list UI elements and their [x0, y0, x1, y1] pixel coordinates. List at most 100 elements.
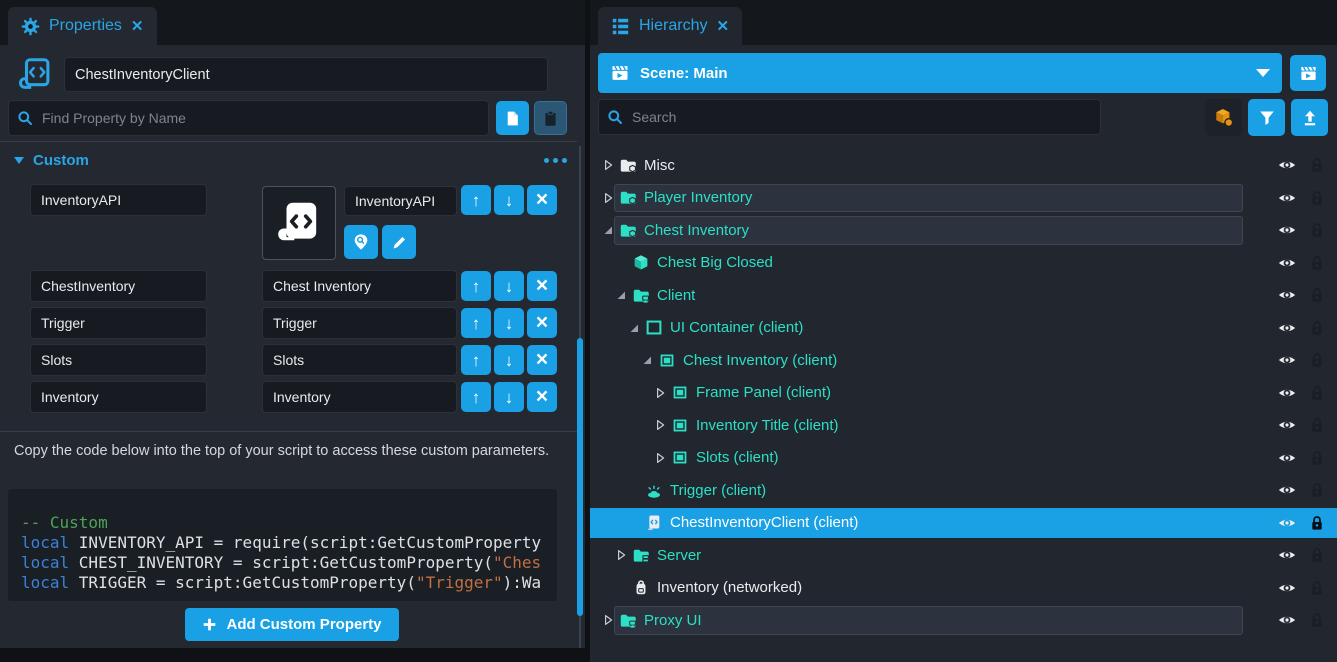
asset-reference-value[interactable]: InventoryAPI [344, 186, 457, 216]
lock-icon[interactable] [1310, 580, 1324, 596]
tree-row[interactable]: Misc [590, 149, 1337, 182]
eye-icon[interactable] [1277, 483, 1297, 497]
collapse-triangle-icon[interactable] [613, 287, 629, 303]
lock-icon[interactable] [1310, 547, 1324, 563]
eye-icon[interactable] [1277, 353, 1297, 367]
collapse-triangle-icon[interactable] [600, 222, 616, 238]
lock-icon[interactable] [1310, 450, 1324, 466]
delete-property-button[interactable]: × [527, 382, 557, 412]
move-up-button[interactable]: ↑ [461, 382, 491, 412]
property-value-input[interactable]: Trigger [262, 307, 457, 339]
eye-icon[interactable] [1277, 548, 1297, 562]
filter-button[interactable] [1248, 99, 1285, 136]
publish-upload-button[interactable] [1291, 99, 1328, 136]
copy-properties-button[interactable] [496, 101, 529, 135]
property-search-input[interactable] [40, 109, 480, 127]
move-down-button[interactable]: ↓ [494, 345, 524, 375]
lock-icon[interactable] [1310, 255, 1324, 271]
delete-property-button[interactable]: × [527, 271, 557, 301]
expand-triangle-icon[interactable] [600, 157, 616, 173]
tab-properties[interactable]: Properties ✕ [8, 7, 157, 45]
expand-triangle-icon[interactable] [613, 547, 629, 563]
eye-icon[interactable] [1277, 386, 1297, 400]
find-in-project-button[interactable] [344, 225, 378, 259]
hierarchy-search-input[interactable] [630, 108, 1092, 126]
tree-row[interactable]: Server [590, 539, 1337, 572]
code-snippet[interactable]: -- Customlocal INVENTORY_API = require(s… [8, 489, 557, 601]
move-up-button[interactable]: ↑ [461, 271, 491, 301]
script-name-input[interactable] [64, 57, 548, 92]
move-down-button[interactable]: ↓ [494, 185, 524, 215]
property-name-input[interactable] [30, 344, 207, 376]
expand-triangle-icon[interactable] [652, 417, 668, 433]
eye-icon[interactable] [1277, 321, 1297, 335]
expand-triangle-icon[interactable] [652, 450, 668, 466]
edit-script-button[interactable] [382, 225, 416, 259]
lock-icon[interactable] [1310, 287, 1324, 303]
collapse-triangle-icon[interactable] [639, 352, 655, 368]
lock-icon[interactable] [1310, 352, 1324, 368]
tab-hierarchy[interactable]: Hierarchy ✕ [598, 7, 742, 45]
eye-icon[interactable] [1277, 288, 1297, 302]
eye-icon[interactable] [1277, 418, 1297, 432]
lock-icon[interactable] [1310, 222, 1324, 238]
eye-icon[interactable] [1277, 451, 1297, 465]
property-name-input[interactable] [30, 184, 207, 216]
eye-icon[interactable] [1277, 516, 1297, 530]
tree-row[interactable]: Client [590, 279, 1337, 312]
move-up-button[interactable]: ↑ [461, 308, 491, 338]
tree-row[interactable]: Proxy UI [590, 604, 1337, 637]
eye-icon[interactable] [1277, 256, 1297, 270]
collapse-triangle-icon[interactable] [14, 157, 24, 164]
tree-row[interactable]: Slots (client) [590, 442, 1337, 475]
eye-icon[interactable] [1277, 613, 1297, 627]
tree-row[interactable]: Inventory (networked) [590, 572, 1337, 605]
move-up-button[interactable]: ↑ [461, 185, 491, 215]
delete-property-button[interactable]: × [527, 308, 557, 338]
move-down-button[interactable]: ↓ [494, 271, 524, 301]
eye-icon[interactable] [1277, 223, 1297, 237]
add-custom-property-button[interactable]: Add Custom Property [185, 608, 399, 641]
expand-triangle-icon[interactable] [652, 385, 668, 401]
move-down-button[interactable]: ↓ [494, 382, 524, 412]
lock-icon[interactable] [1310, 190, 1324, 206]
lock-icon[interactable] [1310, 612, 1324, 628]
close-icon[interactable]: ✕ [131, 19, 144, 34]
asset-thumbnail[interactable] [262, 186, 336, 260]
tree-row[interactable]: ChestInventoryClient (client) [590, 507, 1337, 540]
scrollbar-thumb[interactable] [577, 338, 583, 616]
delete-property-button[interactable]: × [527, 185, 557, 215]
property-name-input[interactable] [30, 381, 207, 413]
lock-icon[interactable] [1310, 385, 1324, 401]
lock-icon[interactable] [1310, 157, 1324, 173]
tree-row[interactable]: Chest Inventory (client) [590, 344, 1337, 377]
lock-icon[interactable] [1310, 482, 1324, 498]
lock-icon[interactable] [1310, 417, 1324, 433]
tree-row[interactable]: Chest Inventory [590, 214, 1337, 247]
close-icon[interactable]: ✕ [716, 19, 729, 34]
tree-row[interactable]: Inventory Title (client) [590, 409, 1337, 442]
property-name-input[interactable] [30, 307, 207, 339]
expand-triangle-icon[interactable] [600, 190, 616, 206]
scene-manager-button[interactable] [1290, 55, 1326, 91]
section-menu-icon[interactable] [542, 154, 569, 167]
delete-property-button[interactable]: × [527, 345, 557, 375]
expand-triangle-icon[interactable] [600, 612, 616, 628]
lock-icon[interactable] [1310, 515, 1324, 531]
tree-row[interactable]: Player Inventory [590, 182, 1337, 215]
property-value-input[interactable]: Inventory [262, 381, 457, 413]
property-name-input[interactable] [30, 270, 207, 302]
tree-row[interactable]: Chest Big Closed [590, 247, 1337, 280]
move-up-button[interactable]: ↑ [461, 345, 491, 375]
eye-icon[interactable] [1277, 191, 1297, 205]
eye-icon[interactable] [1277, 581, 1297, 595]
property-value-input[interactable]: Chest Inventory [262, 270, 457, 302]
tree-row[interactable]: UI Container (client) [590, 312, 1337, 345]
move-down-button[interactable]: ↓ [494, 308, 524, 338]
scene-dropdown[interactable]: Scene: Main [598, 53, 1282, 93]
tree-row[interactable]: Frame Panel (client) [590, 377, 1337, 410]
paste-properties-button[interactable] [534, 101, 567, 135]
eye-icon[interactable] [1277, 158, 1297, 172]
collapse-triangle-icon[interactable] [626, 320, 642, 336]
property-value-input[interactable]: Slots [262, 344, 457, 376]
